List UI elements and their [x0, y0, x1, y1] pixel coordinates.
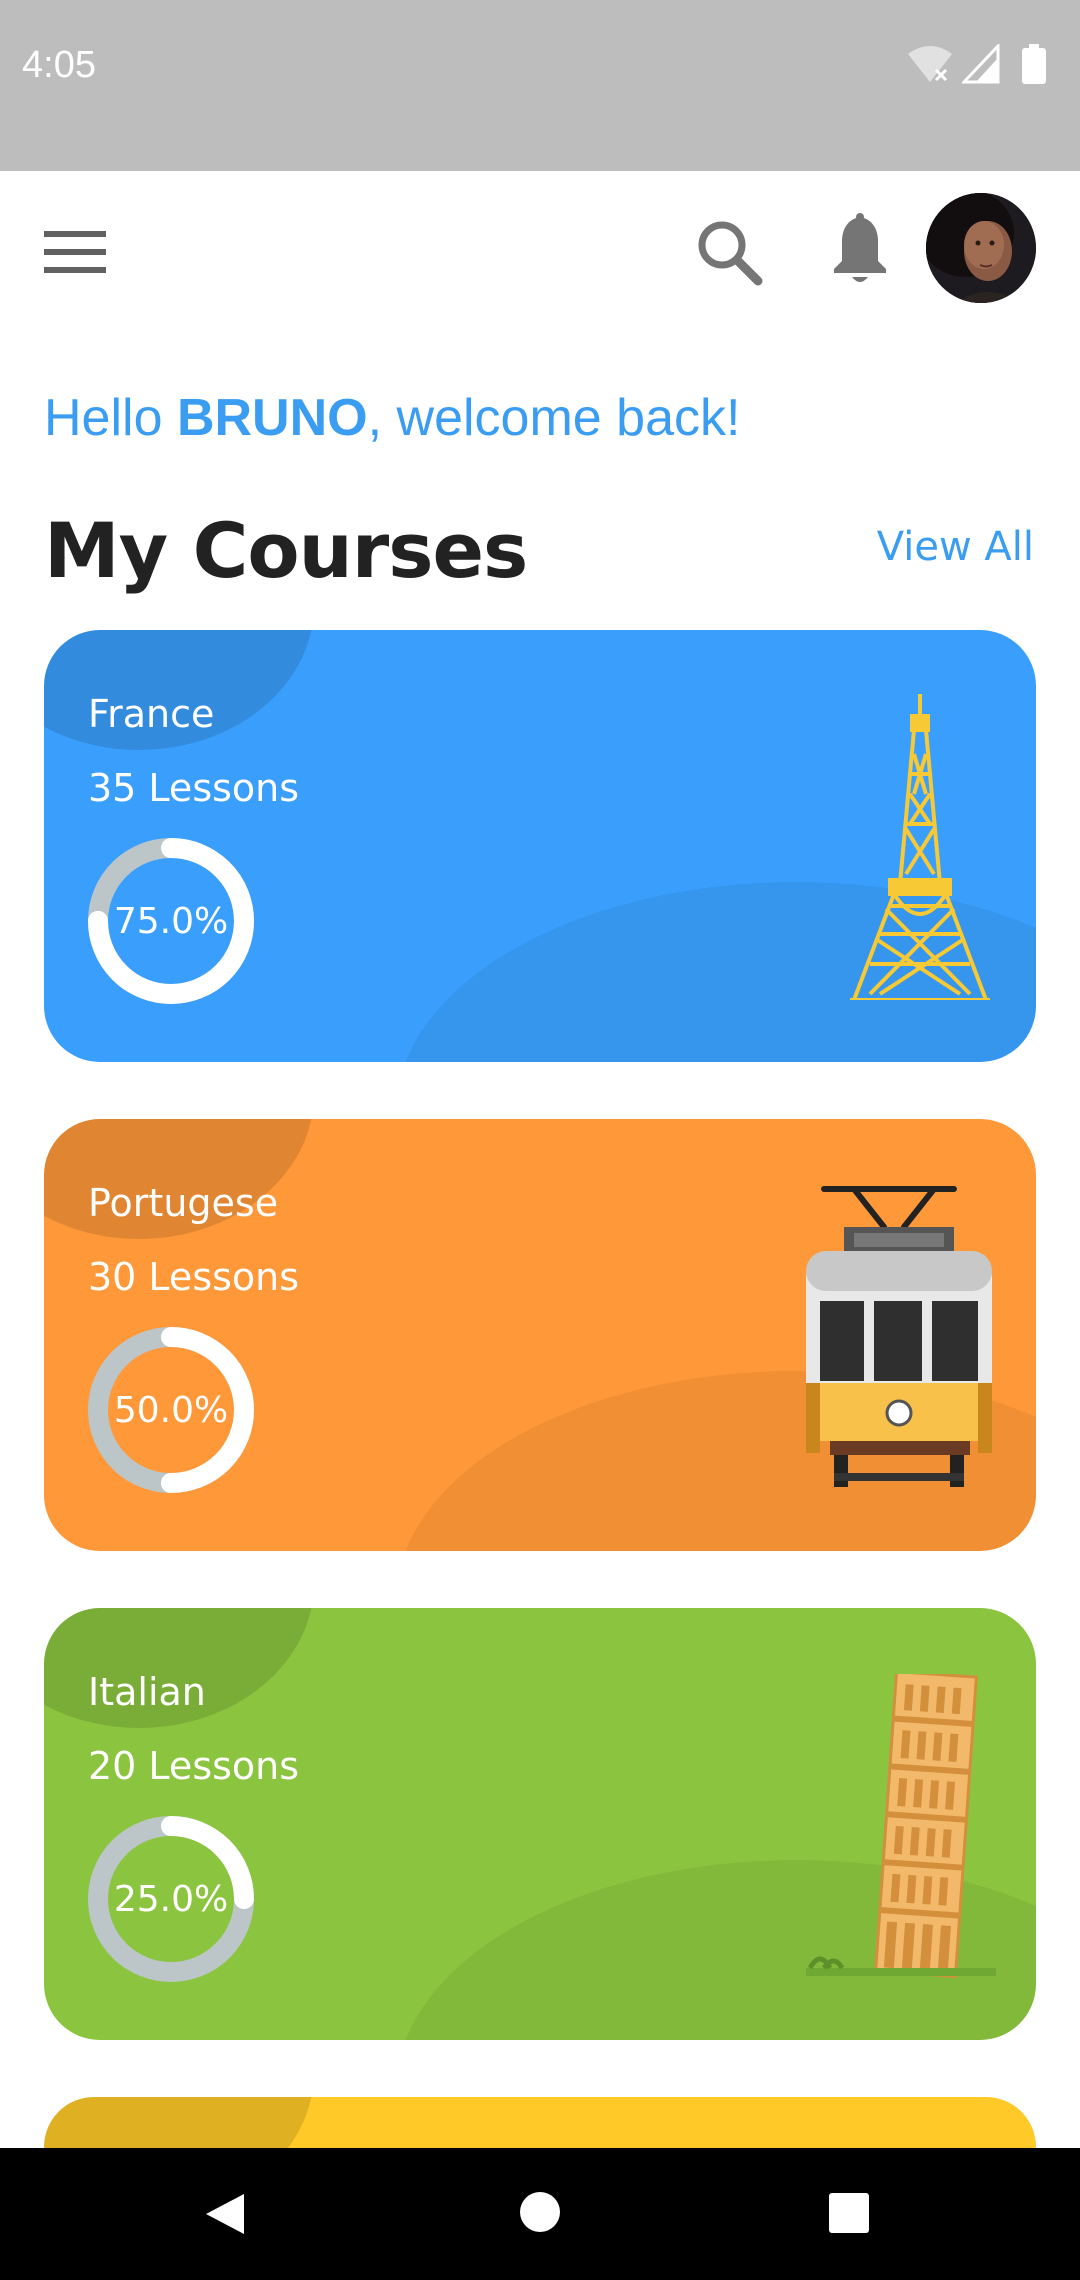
battery-icon: [1022, 44, 1046, 84]
greeting: Hello BRUNO, welcome back!: [44, 388, 740, 448]
app-bar: [0, 171, 1080, 331]
status-bar: 4:05: [0, 0, 1080, 171]
menu-icon[interactable]: [44, 229, 106, 275]
signal-icon: [962, 44, 1000, 84]
view-all-link[interactable]: View All: [877, 524, 1034, 570]
notification-bell-icon[interactable]: [830, 213, 890, 285]
course-card-portugese[interactable]: Portugese 30 Lessons 50.0%: [44, 1119, 1036, 1551]
course-card-france[interactable]: France 35 Lessons 75.0%: [44, 630, 1036, 1062]
home-icon[interactable]: [518, 2190, 562, 2234]
back-icon[interactable]: [202, 2190, 248, 2238]
section-title: My Courses: [44, 506, 528, 595]
progress-label: 25.0%: [113, 1878, 229, 1920]
user-name: BRUNO: [176, 389, 368, 447]
tram-icon: [806, 1186, 992, 1487]
course-card-italian[interactable]: Italian 20 Lessons 25.0%: [44, 1608, 1036, 2040]
eiffel-tower-icon: [850, 694, 990, 1000]
course-lessons: 30 Lessons: [88, 1255, 300, 1299]
wifi-off-icon: [908, 46, 952, 82]
course-name: Portugese: [88, 1181, 279, 1225]
search-icon[interactable]: [694, 217, 764, 287]
greeting-suffix: , welcome back!: [367, 389, 741, 447]
progress-label: 75.0%: [113, 900, 229, 942]
leaning-tower-of-pisa-icon: [806, 1674, 996, 1978]
user-avatar[interactable]: [926, 193, 1036, 303]
course-name: Italian: [88, 1670, 206, 1714]
progress-label: 50.0%: [113, 1389, 229, 1431]
recent-apps-icon[interactable]: [828, 2192, 870, 2234]
greeting-prefix: Hello: [44, 389, 177, 447]
course-lessons: 20 Lessons: [88, 1744, 300, 1788]
course-lessons: 35 Lessons: [88, 766, 300, 810]
course-name: France: [88, 692, 215, 736]
system-navigation-bar: [0, 2148, 1080, 2280]
status-time: 4:05: [22, 44, 96, 86]
